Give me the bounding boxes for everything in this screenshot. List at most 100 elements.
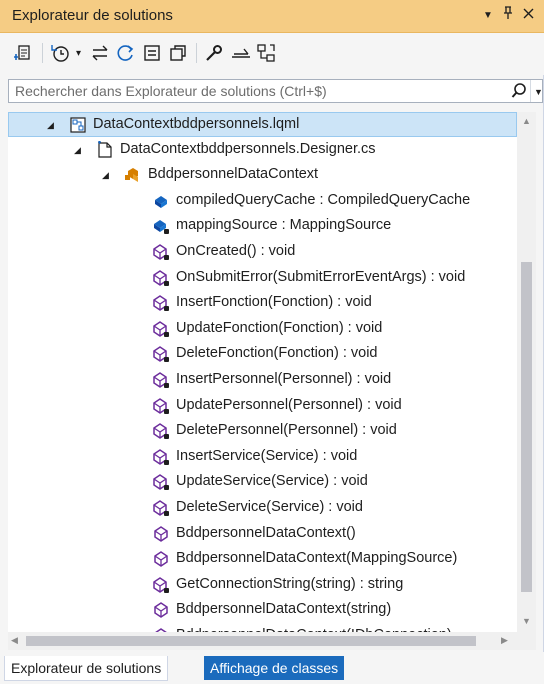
close-icon[interactable] xyxy=(520,6,536,22)
tree-item-label: DeleteService(Service) : void xyxy=(176,499,363,515)
tree-row[interactable]: BddpersonnelDataContext() xyxy=(8,522,517,547)
refresh-icon[interactable] xyxy=(116,42,136,64)
solution-explorer-window: Explorateur de solutions ▼ ▾ Rechercher … xyxy=(0,0,544,684)
tree-item-label: BddpersonnelDataContext(string) xyxy=(176,601,392,618)
horizontal-scroll-thumb[interactable] xyxy=(26,636,476,646)
tree-row[interactable]: DeleteFonction(Fonction) : void xyxy=(8,342,517,367)
solution-tree: ◢ DataContextbddpersonnels.lqml ◢ DataConte… xyxy=(8,112,517,632)
expand-collapse-icon[interactable]: ◢ xyxy=(47,120,57,130)
tree-row[interactable]: DeleteService(Service) : void xyxy=(8,496,517,521)
tree-item-label: mappingSource : MappingSource xyxy=(176,217,392,234)
tab-solution-explorer[interactable]: Explorateur de solutions xyxy=(4,656,169,681)
scrollbar-corner xyxy=(517,632,536,650)
private-method-icon xyxy=(152,320,170,338)
toolbar-separator xyxy=(42,43,43,63)
window-title: Explorateur de solutions xyxy=(12,7,173,24)
tree-row[interactable]: ◢ BddpersonnelDataContext xyxy=(8,163,517,188)
dbml-file-icon xyxy=(69,116,87,134)
private-method-icon xyxy=(152,294,170,312)
class-icon xyxy=(124,166,142,184)
private-field-icon xyxy=(152,217,170,235)
tree-item-label: BddpersonnelDataContext(MappingSource) xyxy=(176,550,458,567)
tree-item-label: DeletePersonnel(Personnel) : void xyxy=(176,422,397,439)
private-method-icon xyxy=(152,269,170,287)
scroll-left-arrow-icon[interactable]: ◀ xyxy=(11,635,18,646)
tree-item-label: InsertService(Service) : void xyxy=(176,447,358,464)
collapse-all-icon[interactable] xyxy=(142,42,162,64)
toolbar-separator xyxy=(196,43,197,63)
tree-row[interactable]: ◢ DataContextbddpersonnels.lqml xyxy=(8,112,517,137)
vertical-scroll-thumb[interactable] xyxy=(521,262,532,592)
tree-item-label: UpdatePersonnel(Personnel) : void xyxy=(176,396,402,413)
tab-class-view[interactable]: Affichage de classes xyxy=(204,656,345,680)
tree-row[interactable]: GetConnectionString(string) : string xyxy=(8,573,517,598)
tree-item-label: UpdateService(Service) : void xyxy=(176,473,368,490)
search-icon[interactable] xyxy=(511,82,527,103)
private-method-icon xyxy=(152,473,170,491)
tree-item-label: OnCreated() : void xyxy=(176,243,296,259)
tree-row[interactable]: BddpersonnelDataContext(IDbConnection) xyxy=(8,624,517,632)
tree-item-label: DataContextbddpersonnels.Designer.cs xyxy=(120,140,376,157)
dropdown-icon[interactable]: ▼ xyxy=(480,10,496,21)
tree-item-label: OnSubmitError(SubmitErrorEventArgs) : vo… xyxy=(176,268,466,285)
tree-row[interactable]: InsertPersonnel(Personnel) : void xyxy=(8,368,517,393)
field-icon xyxy=(152,192,170,210)
tree-row[interactable]: OnCreated() : void xyxy=(8,240,517,265)
tree-row[interactable]: InsertService(Service) : void xyxy=(8,445,517,470)
tree-row[interactable]: DeletePersonnel(Personnel) : void xyxy=(8,419,517,444)
private-method-icon xyxy=(152,371,170,389)
properties-icon[interactable] xyxy=(204,42,224,64)
title-bar: Explorateur de solutions ▼ xyxy=(0,0,544,33)
tree-item-label: DeleteFonction(Fonction) : void xyxy=(176,345,378,362)
class-diagram-icon[interactable] xyxy=(256,42,276,64)
tree-row[interactable]: compiledQueryCache : CompiledQueryCache xyxy=(8,189,517,214)
tab-strip: Explorateur de solutions Affichage de cl… xyxy=(0,652,544,684)
tree-row[interactable]: InsertFonction(Fonction) : void xyxy=(8,291,517,316)
toolbar: ▾ xyxy=(0,33,544,75)
horizontal-scrollbar[interactable]: ◀ ▶ xyxy=(8,632,517,650)
show-all-files-icon[interactable] xyxy=(168,42,188,64)
chevron-down-icon: ▼ xyxy=(534,87,543,97)
search-input[interactable] xyxy=(9,80,511,102)
tree-row[interactable]: UpdatePersonnel(Personnel) : void xyxy=(8,394,517,419)
method-icon xyxy=(152,601,170,619)
tree-row[interactable]: OnSubmitError(SubmitErrorEventArgs) : vo… xyxy=(8,266,517,291)
tree-item-label: UpdateFonction(Fonction) : void xyxy=(176,319,383,336)
vertical-scrollbar[interactable]: ▲ ▼ xyxy=(517,112,536,632)
search-options-dropdown[interactable]: ▼ xyxy=(530,80,544,102)
method-icon xyxy=(152,525,170,543)
tree-row[interactable]: mappingSource : MappingSource xyxy=(8,214,517,239)
tree-row[interactable]: UpdateService(Service) : void xyxy=(8,470,517,495)
switch-views-icon[interactable] xyxy=(90,42,110,64)
tree-item-label: InsertPersonnel(Personnel) : void xyxy=(176,371,392,387)
tree-row[interactable]: BddpersonnelDataContext(MappingSource) xyxy=(8,547,517,572)
search-box: ▼ xyxy=(8,79,543,103)
scroll-up-arrow-icon[interactable]: ▲ xyxy=(522,116,531,126)
expand-collapse-icon[interactable]: ◢ xyxy=(74,145,84,155)
private-method-icon xyxy=(152,397,170,415)
tree-row[interactable]: UpdateFonction(Fonction) : void xyxy=(8,317,517,342)
scroll-right-arrow-icon[interactable]: ▶ xyxy=(501,635,508,646)
preview-icon[interactable] xyxy=(230,42,252,64)
tree-row[interactable]: ◢ DataContextbddpersonnels.Designer.cs xyxy=(8,138,517,163)
tree-row[interactable]: BddpersonnelDataContext(string) xyxy=(8,598,517,623)
private-method-icon xyxy=(152,499,170,517)
sync-icon[interactable] xyxy=(12,42,32,64)
cs-file-icon xyxy=(96,140,114,159)
dropdown-arrow-icon[interactable]: ▾ xyxy=(76,42,81,64)
tree-item-label: DataContextbddpersonnels.lqml xyxy=(93,116,300,132)
private-method-icon xyxy=(152,448,170,466)
scroll-down-arrow-icon[interactable]: ▼ xyxy=(522,616,531,626)
method-icon xyxy=(152,550,170,568)
tree-item-label: BddpersonnelDataContext() xyxy=(176,524,356,541)
private-method-icon xyxy=(152,422,170,440)
tree-item-label: GetConnectionString(string) : string xyxy=(176,575,404,592)
private-method-icon xyxy=(152,345,170,363)
private-method-icon xyxy=(152,243,170,261)
history-icon[interactable] xyxy=(50,42,72,64)
tree-item-label: BddpersonnelDataContext xyxy=(148,166,319,183)
tree-item-label: compiledQueryCache : CompiledQueryCache xyxy=(176,191,471,208)
tree-item-label: InsertFonction(Fonction) : void xyxy=(176,294,372,311)
expand-collapse-icon[interactable]: ◢ xyxy=(102,170,112,180)
pin-icon[interactable] xyxy=(500,6,516,23)
